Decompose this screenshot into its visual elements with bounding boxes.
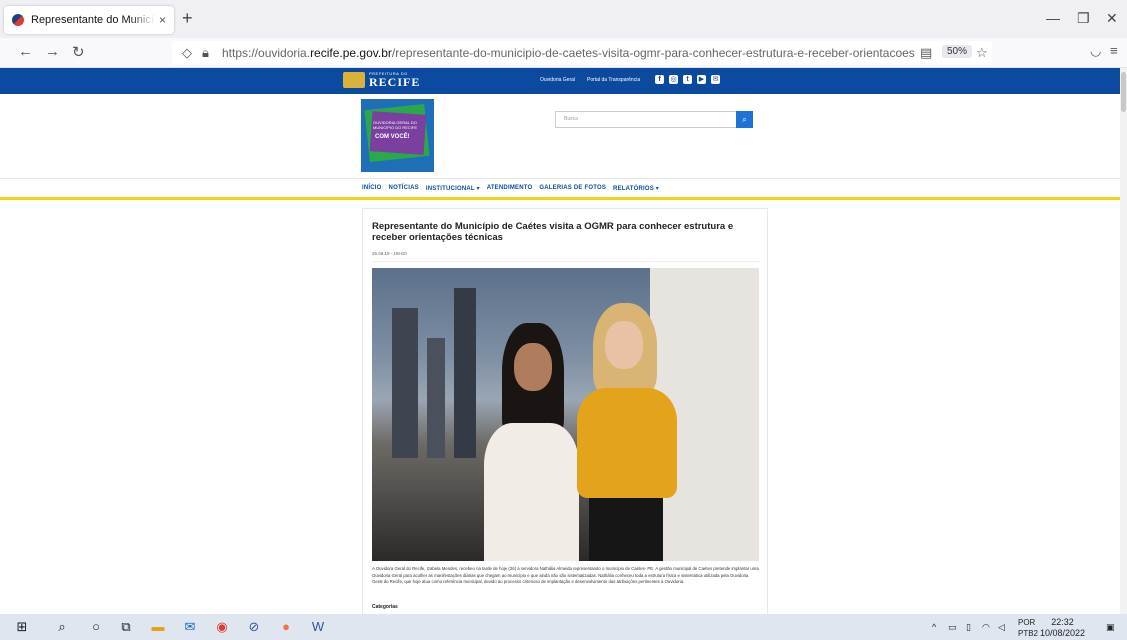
search-placeholder: Busca xyxy=(564,116,578,122)
browser-nav-bar: ← → ↻ ◇ 🔒︎ https://ouvidoria.recife.pe.g… xyxy=(0,38,1127,68)
person-right xyxy=(577,303,677,561)
back-arrow-icon[interactable]: ← xyxy=(18,43,33,60)
minimize-icon[interactable]: — xyxy=(1046,10,1060,26)
chevron-up-icon[interactable]: ^ xyxy=(932,622,936,632)
clock[interactable]: 22:32 10/08/2022 xyxy=(1040,617,1085,639)
site-top-bar: PREFEITURA DO RECIFE Ouvidoria Geral Por… xyxy=(0,68,1127,94)
top-links: Ouvidoria Geral Portal da Transparência xyxy=(540,77,640,83)
link-ouvidoria-geral[interactable]: Ouvidoria Geral xyxy=(540,77,575,83)
ouvidoria-logo[interactable]: OUVIDORIA GERAL DO MUNICÍPIO DO RECIFE C… xyxy=(361,99,434,172)
menu-item-noticias[interactable]: NOTÍCIAS xyxy=(389,185,419,192)
tray-app-icon[interactable]: ▭ xyxy=(948,622,957,633)
facebook-icon[interactable]: f xyxy=(655,75,664,84)
email-icon[interactable]: ✉ xyxy=(711,75,720,84)
new-tab-button[interactable]: + xyxy=(182,8,193,29)
news-article: Representante do Município de Caétes vis… xyxy=(362,208,768,616)
person-left xyxy=(484,323,579,561)
browser-tab[interactable]: Representante do Município de Caétes vis… xyxy=(4,6,174,34)
tab-title: Representante do Município de Caétes vis… xyxy=(31,14,155,26)
reader-view-icon[interactable]: ▤ xyxy=(920,45,932,61)
search-icon[interactable]: ⌕ xyxy=(736,111,753,128)
firefox-icon[interactable]: ● xyxy=(278,619,294,635)
wifi-icon[interactable]: ◠ xyxy=(982,622,990,633)
social-links: f ◎ t ▶ ✉ xyxy=(655,75,720,84)
close-window-icon[interactable]: ✕ xyxy=(1106,10,1118,27)
twitter-icon[interactable]: t xyxy=(683,75,692,84)
article-photo[interactable] xyxy=(372,268,759,561)
restore-icon[interactable]: ❐ xyxy=(1077,10,1090,27)
zoom-level[interactable]: 50% xyxy=(942,45,973,58)
bookmark-star-icon[interactable]: ☆ xyxy=(976,45,988,61)
article-date: 26.08.19 - 18H10 xyxy=(372,251,407,256)
notification-icon[interactable]: ▣ xyxy=(1106,622,1115,633)
menu-item-institucional[interactable]: INSTITUCIONAL ▾ xyxy=(426,185,480,192)
search-icon[interactable]: ⌕ xyxy=(54,619,70,635)
mail-icon[interactable]: ✉ xyxy=(182,619,198,635)
menu-item-inicio[interactable]: INÍCIO xyxy=(362,185,382,192)
menu-accent-line xyxy=(0,197,1127,200)
task-view-icon[interactable]: ⧉ xyxy=(118,619,134,635)
menu-hamburger-icon[interactable]: ≡ xyxy=(1110,43,1118,58)
logo-big-text: RECIFE xyxy=(369,75,421,89)
windows-taskbar: ⊞ ⌕ ○ ⧉ ▬ ✉ ◉ ⊘ ● W ^ ▭ ▯ ◠ ◁ POR PTB2 22… xyxy=(0,614,1127,640)
menu-item-galerias[interactable]: GALERIAS DE FOTOS xyxy=(539,185,606,192)
ouvidoria-logo-text: OUVIDORIA GERAL DO MUNICÍPIO DO RECIFE xyxy=(373,120,418,130)
divider xyxy=(0,178,1127,179)
battery-icon[interactable]: ▯ xyxy=(966,622,971,633)
main-menu: INÍCIO NOTÍCIAS INSTITUCIONAL ▾ ATENDIME… xyxy=(362,185,659,192)
youtube-icon[interactable]: ▶ xyxy=(697,75,706,84)
url-text[interactable]: https://ouvidoria.recife.pe.gov.br/repre… xyxy=(222,46,915,60)
lock-icon[interactable]: 🔒︎ xyxy=(202,45,209,61)
prefeitura-logo[interactable]: PREFEITURA DO RECIFE xyxy=(343,72,420,88)
address-bar[interactable]: ◇ 🔒︎ https://ouvidoria.recife.pe.gov.br/… xyxy=(172,41,992,65)
article-body: A Ouvidora Geral do Recife, Izabela Mend… xyxy=(372,566,759,585)
word-icon[interactable]: W xyxy=(310,619,326,635)
site-search-input[interactable]: Busca ⌕ xyxy=(555,111,753,128)
divider xyxy=(372,261,760,262)
page-scrollbar[interactable] xyxy=(1120,68,1127,614)
ouvidoria-logo-slogan: COM VOCÊ! xyxy=(375,134,410,140)
link-portal-transparencia[interactable]: Portal da Transparência xyxy=(587,77,640,83)
app-icon[interactable]: ⊘ xyxy=(246,619,262,635)
crest-icon xyxy=(343,72,365,88)
file-explorer-icon[interactable]: ▬ xyxy=(150,619,166,635)
cortana-icon[interactable]: ○ xyxy=(88,619,104,635)
browser-tab-bar: Representante do Município de Caétes vis… xyxy=(0,0,1127,38)
reload-icon[interactable]: ↻ xyxy=(72,43,85,61)
article-title: Representante do Município de Caétes vis… xyxy=(372,221,734,244)
pocket-icon[interactable]: ◡ xyxy=(1090,43,1101,59)
forward-arrow-icon[interactable]: → xyxy=(45,43,60,60)
chrome-icon[interactable]: ◉ xyxy=(214,619,230,635)
menu-item-relatorios[interactable]: RELATÓRIOS ▾ xyxy=(613,185,659,192)
language-indicator[interactable]: POR PTB2 xyxy=(1018,617,1038,639)
site-favicon-icon xyxy=(12,14,24,26)
windows-start-icon[interactable]: ⊞ xyxy=(14,619,30,635)
close-tab-icon[interactable]: × xyxy=(159,13,166,27)
volume-icon[interactable]: ◁ xyxy=(998,622,1005,633)
menu-item-atendimento[interactable]: ATENDIMENTO xyxy=(487,185,533,192)
instagram-icon[interactable]: ◎ xyxy=(669,75,678,84)
shield-icon[interactable]: ◇ xyxy=(182,45,192,61)
categories-label: Categorias xyxy=(372,604,398,610)
